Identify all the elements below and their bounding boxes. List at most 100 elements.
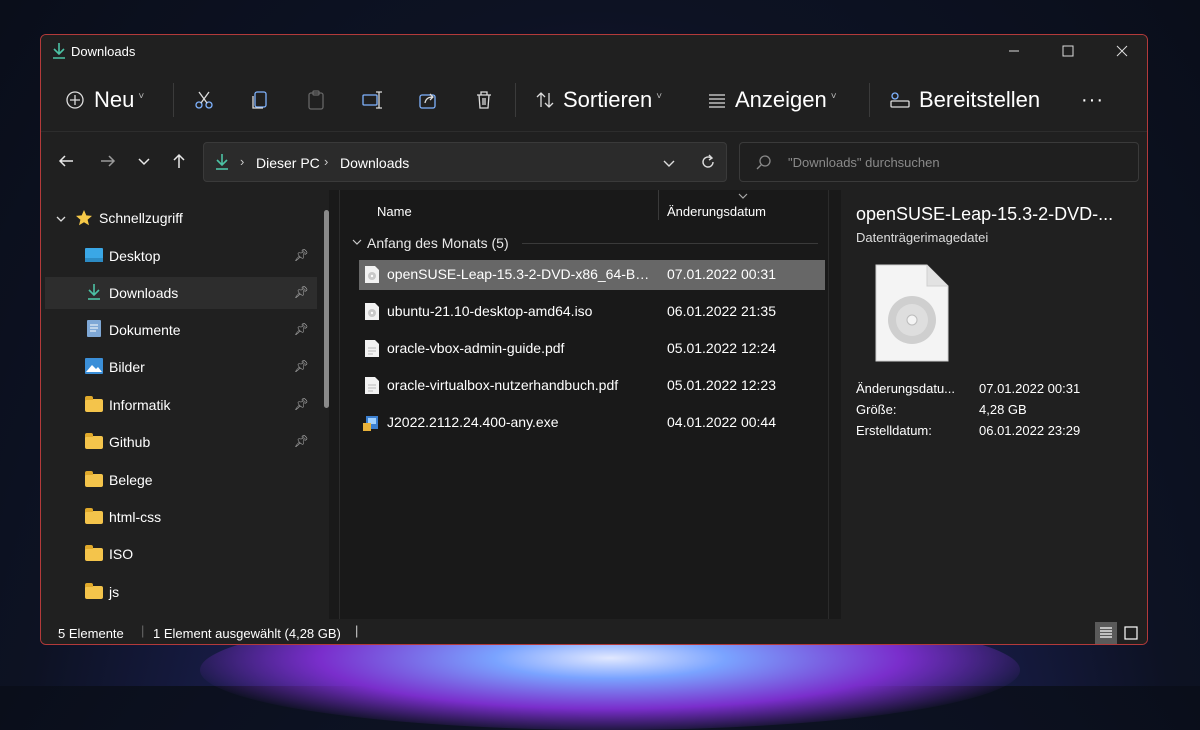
download-icon xyxy=(88,284,100,300)
disc-image-icon xyxy=(365,303,379,320)
view-list-icon xyxy=(709,94,725,108)
chevron-down-icon[interactable] xyxy=(352,238,362,246)
explorer-window: Downloads Neu ˅ Sortieren ˅ Anzeigen ˅ B… xyxy=(40,34,1148,645)
sidebar-label: Dokumente xyxy=(109,322,181,338)
back-button[interactable] xyxy=(51,146,81,176)
close-icon xyxy=(1116,45,1128,57)
search-box[interactable]: "Downloads" durchsuchen xyxy=(739,142,1139,182)
minimize-button[interactable] xyxy=(991,35,1037,67)
sidebar-item-downloads[interactable]: Downloads 📌︎ xyxy=(45,277,317,309)
file-row[interactable]: J2022.2112.24.400-any.exe 04.01.2022 00:… xyxy=(359,408,825,438)
sort-label: Sortieren xyxy=(563,87,653,112)
star-icon xyxy=(76,210,92,226)
cut-button[interactable] xyxy=(193,69,215,131)
file-date: 04.01.2022 00:44 xyxy=(667,414,776,430)
title-bar[interactable]: Downloads xyxy=(41,35,1147,69)
close-button[interactable] xyxy=(1099,35,1145,67)
sidebar-item-informatik[interactable]: Informatik 📌︎ xyxy=(45,389,317,421)
pin-icon: 📌︎ xyxy=(293,248,309,262)
details-prop-value: 07.01.2022 00:31 xyxy=(979,381,1081,396)
clipboard-icon xyxy=(308,90,324,110)
address-bar[interactable]: › Dieser PC › Downloads xyxy=(203,142,727,182)
file-date: 05.01.2022 12:24 xyxy=(667,340,776,356)
status-divider: | xyxy=(355,623,359,638)
arrow-right-icon xyxy=(101,155,116,167)
tiles-view-button[interactable] xyxy=(1120,622,1142,644)
sidebar-label: Github xyxy=(109,434,151,450)
paste-button[interactable] xyxy=(305,69,327,131)
file-list: Name Änderungsdatum Anfang des Monats (5… xyxy=(344,190,828,634)
share-button[interactable] xyxy=(417,69,439,131)
copy-button[interactable] xyxy=(249,69,271,131)
file-row[interactable]: oracle-vbox-admin-guide.pdf 05.01.2022 1… xyxy=(359,334,825,364)
file-date: 05.01.2022 12:23 xyxy=(667,377,776,393)
sidebar-label: ISO xyxy=(109,546,134,562)
pdf-file-icon xyxy=(365,340,379,357)
folder-icon xyxy=(85,396,103,413)
rename-button[interactable] xyxy=(361,69,383,131)
column-header-name[interactable]: Name xyxy=(377,204,412,219)
file-row[interactable]: oracle-virtualbox-nutzerhandbuch.pdf 05.… xyxy=(359,371,825,401)
folder-icon xyxy=(85,433,103,450)
up-button[interactable] xyxy=(164,146,194,176)
pane-divider[interactable] xyxy=(339,190,340,619)
copy-icon xyxy=(252,91,267,109)
new-button[interactable]: Neu ˅ xyxy=(65,69,144,131)
file-name: oracle-virtualbox-nutzerhandbuch.pdf xyxy=(387,377,619,393)
sort-icon xyxy=(536,92,554,108)
breadcrumb-separator: › xyxy=(240,154,245,169)
details-prop-value: 06.01.2022 23:29 xyxy=(979,423,1081,438)
search-icon xyxy=(756,155,771,170)
details-pane: openSUSE-Leap-15.3-2-DVD-... Datenträger… xyxy=(841,190,1147,619)
sidebar-item-desktop[interactable]: Desktop 📌︎ xyxy=(45,240,317,272)
column-header-date[interactable]: Änderungsdatum xyxy=(667,204,766,219)
search-input[interactable]: "Downloads" durchsuchen xyxy=(788,155,940,170)
sidebar-item-github[interactable]: Github 📌︎ xyxy=(45,426,317,458)
details-divider[interactable] xyxy=(828,190,829,619)
details-prop-key: Erstelldatum: xyxy=(856,423,932,438)
file-name: openSUSE-Leap-15.3-2-DVD-x86_64-Build... xyxy=(387,266,653,282)
sidebar-item-iso[interactable]: ISO xyxy=(45,538,317,570)
sidebar-item-documents[interactable]: Dokumente 📌︎ xyxy=(45,314,317,346)
recent-locations-button[interactable] xyxy=(129,146,159,176)
chevron-down-icon xyxy=(138,158,150,166)
view-label: Anzeigen xyxy=(735,87,827,112)
details-view-button[interactable] xyxy=(1095,622,1117,644)
provide-button[interactable]: Bereitstellen xyxy=(889,69,1040,131)
sidebar-item-html-css[interactable]: html-css xyxy=(45,501,317,533)
maximize-button[interactable] xyxy=(1045,35,1091,67)
group-header[interactable]: Anfang des Monats (5) xyxy=(367,235,509,251)
document-icon xyxy=(87,320,101,337)
item-count: 5 Elemente xyxy=(58,626,124,641)
sidebar-item-belege[interactable]: Belege xyxy=(45,464,317,496)
sidebar-label: Desktop xyxy=(109,248,161,264)
sidebar-item-quick-access[interactable]: Schnellzugriff xyxy=(45,202,317,234)
navigation-pane: Schnellzugriff Desktop 📌︎ Downloads 📌︎ D… xyxy=(41,190,329,619)
sidebar-label: Schnellzugriff xyxy=(99,210,183,226)
folder-icon xyxy=(85,508,103,525)
file-row[interactable]: openSUSE-Leap-15.3-2-DVD-x86_64-Build...… xyxy=(359,260,825,290)
breadcrumb-downloads[interactable]: Downloads xyxy=(340,155,409,171)
column-divider[interactable] xyxy=(658,190,659,220)
view-button[interactable]: Anzeigen ˅ xyxy=(707,69,837,131)
provide-icon xyxy=(890,92,910,108)
sidebar-scrollbar[interactable] xyxy=(324,210,329,408)
chevron-down-icon[interactable] xyxy=(55,213,67,225)
details-file-type: Datenträgerimagedatei xyxy=(856,230,989,245)
sort-button[interactable]: Sortieren ˅ xyxy=(535,69,662,131)
breadcrumb-this-pc[interactable]: Dieser PC xyxy=(256,155,320,171)
refresh-icon[interactable] xyxy=(700,154,716,170)
sidebar-item-js[interactable]: js xyxy=(45,576,317,608)
provide-label: Bereitstellen xyxy=(919,87,1041,112)
chevron-down-icon[interactable] xyxy=(662,156,676,170)
file-row[interactable]: ubuntu-21.10-desktop-amd64.iso 06.01.202… xyxy=(359,297,825,327)
large-icons-view-icon xyxy=(1124,626,1138,640)
more-button[interactable]: ··· xyxy=(1081,69,1104,131)
forward-button[interactable] xyxy=(93,146,123,176)
breadcrumb-separator: › xyxy=(324,154,329,169)
sidebar-item-pictures[interactable]: Bilder 📌︎ xyxy=(45,351,317,383)
new-label: Neu xyxy=(94,87,135,112)
chevron-down-icon: ˅ xyxy=(138,90,145,102)
delete-button[interactable] xyxy=(473,69,495,131)
details-prop-key: Änderungsdatu... xyxy=(856,381,956,396)
